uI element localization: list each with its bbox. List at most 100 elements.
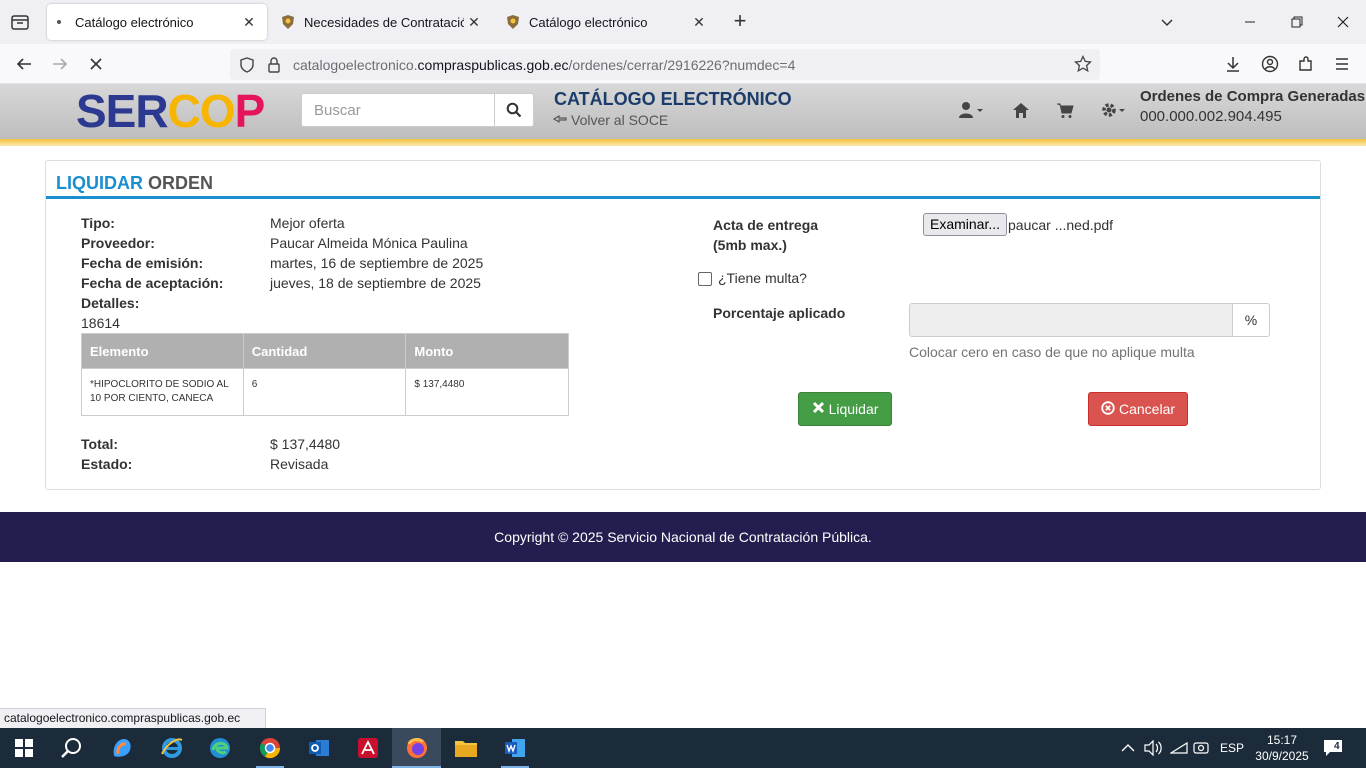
hand-pointer-icon — [552, 112, 567, 128]
times-circle-icon — [1101, 400, 1115, 418]
total-value: $ 137,4480 — [270, 436, 341, 452]
cell-elemento: *HIPOCLORITO DE SODIO AL 10 POR CIENTO, C… — [81, 368, 244, 416]
sercop-logo[interactable]: SERCOP — [76, 88, 265, 134]
site-footer: Copyright © 2025 Servicio Nacional de Co… — [0, 512, 1366, 562]
proveedor-label: Proveedor: — [81, 235, 155, 251]
firefox-icon[interactable] — [403, 734, 431, 762]
close-window-icon[interactable] — [1329, 8, 1357, 36]
tab-title: Catálogo electrónico — [529, 14, 648, 30]
items-table: Elemento Cantidad Monto *HIPOCLORITO DE … — [81, 333, 569, 416]
back-arrow-icon[interactable] — [12, 52, 36, 76]
outlook-icon[interactable] — [305, 734, 333, 762]
proveedor-value: Paucar Almeida Mónica Paulina — [270, 235, 468, 251]
multa-label[interactable]: ¿Tiene multa? — [718, 270, 807, 286]
search-icon — [506, 102, 522, 118]
word-icon[interactable] — [501, 734, 529, 762]
emision-label: Fecha de emisión: — [81, 255, 204, 271]
estado-value: Revisada — [270, 456, 329, 472]
lock-icon[interactable] — [266, 56, 282, 79]
tipo-label: Tipo: — [81, 215, 115, 231]
url-text[interactable]: catalogoelectronico.compraspublicas.gob.… — [293, 57, 795, 73]
home-icon[interactable] — [1012, 100, 1030, 120]
search-icon[interactable] — [58, 734, 86, 762]
liquidar-button[interactable]: Liquidar — [798, 392, 892, 426]
notifications-icon[interactable]: 4 — [1322, 728, 1344, 768]
language-indicator[interactable]: ESP — [1220, 728, 1244, 768]
address-bar[interactable]: catalogoelectronico.compraspublicas.gob.… — [230, 49, 1100, 80]
site-header: SERCOP Buscar CATÁLOGO ELECTRÓNICO Volve… — [0, 84, 1366, 139]
orders-title: Ordenes de Compra Generadas — [1140, 88, 1366, 105]
close-tab-icon[interactable]: ✕ — [464, 12, 484, 32]
table-row: *HIPOCLORITO DE SODIO AL 10 POR CIENTO, C… — [81, 368, 569, 416]
restore-icon[interactable] — [1283, 8, 1311, 36]
detalles-label: Detalles: — [81, 295, 140, 311]
search-button[interactable] — [494, 93, 534, 127]
multa-checkbox[interactable] — [698, 272, 712, 286]
copilot-icon[interactable] — [108, 734, 136, 762]
user-menu-icon[interactable] — [958, 100, 984, 120]
close-tab-icon[interactable]: ✕ — [239, 12, 259, 32]
file-browse-button[interactable]: Examinar... — [923, 213, 1008, 236]
check-x-icon — [812, 401, 825, 417]
menu-hamburger-icon[interactable] — [1330, 52, 1354, 76]
tab-catalogo[interactable]: Catálogo electrónico ✕ — [497, 4, 717, 40]
notification-count: 4 — [1334, 741, 1340, 752]
tab-title: Catálogo electrónico — [75, 14, 194, 30]
column-header-elemento: Elemento — [81, 333, 244, 369]
header-stripe — [0, 139, 1366, 146]
detalles-value: 18614 — [81, 315, 120, 331]
catalog-title: CATÁLOGO ELECTRÓNICO — [554, 89, 792, 109]
acta-label: Acta de entrega (5mb max.) — [713, 217, 819, 253]
aceptacion-label: Fecha de aceptación: — [81, 275, 224, 291]
tracking-shield-icon[interactable] — [238, 56, 256, 79]
meet-now-icon[interactable] — [1193, 728, 1209, 768]
show-hidden-icons[interactable] — [1120, 728, 1136, 768]
windows-start-icon[interactable] — [10, 734, 38, 762]
back-soce-link[interactable]: Volver al SOCE — [552, 112, 668, 128]
forward-arrow-icon[interactable] — [48, 52, 72, 76]
volume-icon[interactable] — [1143, 728, 1163, 768]
bookmark-star-icon[interactable] — [1073, 54, 1093, 78]
loading-dot-icon — [57, 20, 61, 24]
tab-catalogo-active[interactable]: Catálogo electrónico ✕ — [47, 4, 267, 40]
orders-count: 000.000.002.904.495 — [1140, 108, 1282, 125]
search-input[interactable]: Buscar — [301, 93, 495, 127]
cancelar-button[interactable]: Cancelar — [1088, 392, 1188, 426]
copyright-text: Copyright © 2025 Servicio Nacional de Co… — [494, 529, 872, 545]
percent-addon: % — [1232, 303, 1270, 337]
close-tab-icon[interactable]: ✕ — [689, 12, 709, 32]
account-icon[interactable] — [1258, 52, 1282, 76]
total-label: Total: — [81, 436, 119, 452]
tab-overflow-chevron-icon[interactable] — [1153, 8, 1181, 36]
minimize-icon[interactable] — [1236, 8, 1264, 36]
status-url-tooltip: catalogoelectronico.compraspublicas.gob.… — [0, 708, 267, 728]
downloads-icon[interactable] — [1221, 52, 1245, 76]
tab-title: Necesidades de Contratación y — [304, 14, 464, 30]
estado-label: Estado: — [81, 456, 133, 472]
shield-favicon-icon — [505, 14, 521, 30]
edge-icon[interactable] — [206, 734, 234, 762]
file-explorer-icon[interactable] — [452, 734, 480, 762]
clock[interactable]: 15:17 30/9/2025 — [1254, 732, 1310, 764]
selected-file-name: paucar ...ned.pdf — [1008, 217, 1114, 233]
panel-divider — [46, 196, 1320, 199]
shopping-cart-icon[interactable] — [1056, 100, 1074, 120]
extensions-icon[interactable] — [1294, 52, 1318, 76]
settings-gear-icon[interactable] — [1100, 100, 1126, 120]
shield-favicon-icon — [280, 14, 296, 30]
chrome-icon[interactable] — [256, 734, 284, 762]
tab-list-icon[interactable] — [8, 10, 32, 34]
tipo-value: Mejor oferta — [270, 215, 345, 231]
cell-cantidad: 6 — [242, 368, 407, 416]
wifi-icon[interactable] — [1170, 728, 1188, 768]
column-header-cantidad: Cantidad — [242, 333, 407, 369]
new-tab-icon[interactable]: + — [728, 10, 752, 34]
internet-explorer-icon[interactable] — [158, 734, 186, 762]
tab-necesidades[interactable]: Necesidades de Contratación y ✕ — [272, 4, 492, 40]
acrobat-icon[interactable] — [354, 734, 382, 762]
browser-nav-bar: catalogoelectronico.compraspublicas.gob.… — [0, 44, 1366, 84]
aceptacion-value: jueves, 18 de septiembre de 2025 — [270, 275, 481, 291]
porcentaje-help-text: Colocar cero en caso de que no aplique m… — [909, 344, 1195, 360]
porcentaje-input[interactable] — [909, 303, 1233, 337]
stop-loading-icon[interactable] — [84, 52, 108, 76]
